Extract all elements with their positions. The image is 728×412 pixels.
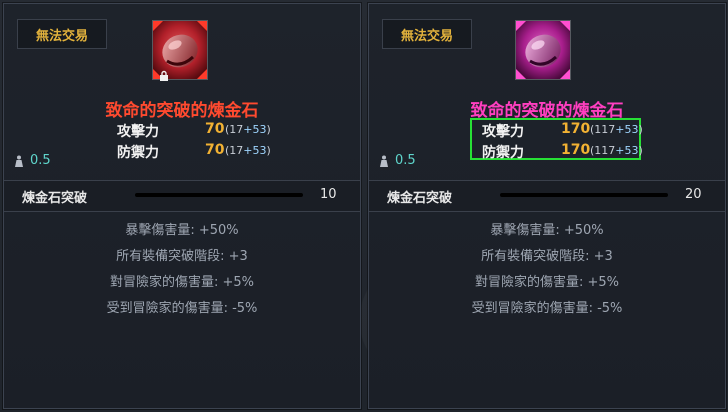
- effect-line: 對冒險家的傷害量: +5%: [474, 275, 620, 290]
- effect-line: 對冒險家的傷害量: +5%: [109, 275, 255, 290]
- weight-row: 0.5: [379, 153, 416, 168]
- effects-list: 暴擊傷害量: +50% 所有裝備突破階段: +3 對冒險家的傷害量: +5% 受…: [369, 222, 725, 326]
- break-bar: [135, 193, 303, 197]
- stat-detail: (117+53): [590, 123, 643, 136]
- weight-row: 0.5: [14, 153, 51, 168]
- alchemy-break-row: 煉金石突破 20: [369, 180, 725, 212]
- item-name: 致命的突破的煉金石: [105, 101, 259, 121]
- effect-line: 暴擊傷害量: +50%: [125, 223, 239, 238]
- untradeable-tag: 無法交易: [382, 19, 472, 49]
- item-tooltip-left: 無法交易 致命的突破的煉金石 攻擊力 70 (17+53) 防禦力 70 (17…: [3, 3, 361, 409]
- effect-line: 受到冒險家的傷害量: -5%: [471, 301, 623, 316]
- stat-detail: (117+53): [590, 144, 643, 157]
- weight-value: 0.5: [395, 153, 416, 168]
- weight-icon: [15, 155, 23, 167]
- stat-attack: 攻擊力 70 (17+53): [117, 121, 357, 143]
- break-label: 煉金石突破: [387, 191, 453, 206]
- effect-line: 暴擊傷害量: +50%: [490, 223, 604, 238]
- stat-label: 攻擊力: [482, 124, 524, 140]
- stat-value: 170: [561, 142, 591, 158]
- stat-attack: 攻擊力 170 (117+53): [482, 121, 722, 143]
- untradeable-tag: 無法交易: [17, 19, 107, 49]
- stat-detail: (17+53): [225, 123, 271, 136]
- stat-label: 防禦力: [117, 145, 159, 161]
- break-value: 10: [320, 187, 337, 202]
- weight-value: 0.5: [30, 153, 51, 168]
- pink-alchemy-stone-icon[interactable]: [515, 20, 571, 80]
- stat-label: 防禦力: [482, 145, 524, 161]
- stat-value: 170: [561, 121, 591, 137]
- stat-detail: (17+53): [225, 144, 271, 157]
- break-label: 煉金石突破: [22, 191, 88, 206]
- break-value: 20: [685, 187, 702, 202]
- alchemy-break-row: 煉金石突破 10: [4, 180, 360, 212]
- effects-list: 暴擊傷害量: +50% 所有裝備突破階段: +3 對冒險家的傷害量: +5% 受…: [4, 222, 360, 326]
- stat-label: 攻擊力: [117, 124, 159, 140]
- weight-icon: [380, 155, 388, 167]
- effect-line: 受到冒險家的傷害量: -5%: [106, 301, 258, 316]
- stat-defense: 防禦力 170 (117+53): [482, 142, 722, 164]
- stat-value: 70: [205, 142, 225, 158]
- stat-defense: 防禦力 70 (17+53): [117, 142, 357, 164]
- item-tooltip-right: 無法交易 致命的突破的煉金石 攻擊力 170 (117+53) 防禦力 170 …: [368, 3, 726, 409]
- stat-value: 70: [205, 121, 225, 137]
- lock-icon: [158, 67, 170, 81]
- effect-line: 所有裝備突破階段: +3: [116, 249, 248, 264]
- effect-line: 所有裝備突破階段: +3: [481, 249, 613, 264]
- break-bar: [500, 193, 668, 197]
